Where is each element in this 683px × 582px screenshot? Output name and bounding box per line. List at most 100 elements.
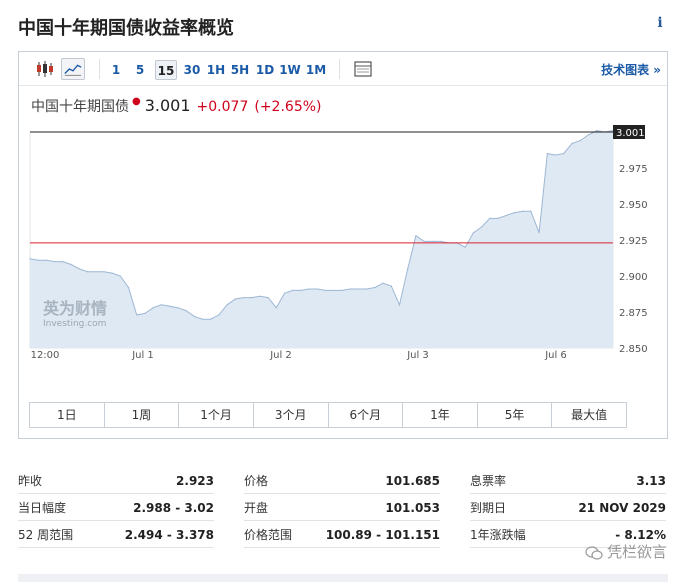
data-point <box>54 261 56 263</box>
data-point <box>325 289 327 291</box>
range-1y[interactable]: 1年 <box>403 403 478 427</box>
data-point <box>579 140 581 142</box>
toolbar-separator <box>339 59 340 79</box>
tech-chart-link[interactable]: 技术图表 » <box>601 61 661 78</box>
y-tick-label: 2.950 <box>619 200 648 211</box>
stats-row: 当日幅度 2.988 - 3.02 开盘 101.053 到期日 21 NOV 202… <box>18 495 668 522</box>
data-point <box>407 268 409 270</box>
table-view-icon[interactable] <box>353 59 373 79</box>
timeframe-1w[interactable]: 1W <box>278 60 302 80</box>
stats-row: 昨收 2.923 价格 101.685 息票率 3.13 <box>18 468 668 495</box>
page: 中国十年期国债收益率概览 i 1 5 15 30 1H 5H 1D 1W 1M … <box>0 0 683 582</box>
data-point <box>29 258 31 260</box>
data-point <box>374 286 376 289</box>
data-point <box>251 297 253 299</box>
watermark: 凭栏欲言 <box>585 541 667 562</box>
data-point <box>111 272 113 274</box>
data-point <box>267 297 269 299</box>
range-6m[interactable]: 6个月 <box>329 403 404 427</box>
last-value-label: 3.001 <box>616 128 645 139</box>
data-point <box>160 304 162 306</box>
timeframe-5h[interactable]: 5H <box>229 60 251 80</box>
data-point <box>382 282 384 284</box>
data-point <box>234 298 236 300</box>
data-point <box>316 288 318 290</box>
data-point <box>357 288 360 290</box>
range-1w[interactable]: 1周 <box>105 403 180 427</box>
data-point <box>45 259 47 261</box>
data-point <box>37 259 39 261</box>
data-point <box>390 285 392 287</box>
chart-toolbar: 1 5 15 30 1H 5H 1D 1W 1M 技术图表 » <box>19 52 667 86</box>
data-point <box>366 288 368 290</box>
y-tick-label: 2.900 <box>619 272 648 283</box>
data-point <box>119 275 121 277</box>
range-selector: 1日 1周 1个月 3个月 6个月 1年 5年 最大值 <box>29 402 627 428</box>
y-tick-label: 2.875 <box>619 308 648 319</box>
y-tick-label: 2.975 <box>619 164 648 175</box>
investing-logo: 英为财情 <box>42 299 107 318</box>
range-3m[interactable]: 3个月 <box>254 403 329 427</box>
timeframe-1m[interactable]: 1M <box>304 60 328 80</box>
data-point <box>481 226 483 228</box>
data-point <box>62 261 64 263</box>
page-title: 中国十年期国债收益率概览 <box>18 18 234 39</box>
instrument-name: 中国十年期国债 <box>31 99 129 115</box>
data-point <box>431 240 433 242</box>
stat-day-range: 当日幅度 2.988 - 3.02 <box>18 495 214 521</box>
info-icon[interactable]: i <box>649 12 671 34</box>
data-point <box>193 315 195 317</box>
data-point <box>505 214 507 217</box>
data-point <box>554 154 557 156</box>
data-point <box>546 153 548 155</box>
range-1d[interactable]: 1日 <box>30 403 105 427</box>
range-5y[interactable]: 5年 <box>478 403 553 427</box>
data-point <box>95 271 97 273</box>
timeframe-1d[interactable]: 1D <box>254 60 276 80</box>
stat-price-range: 价格范围 100.89 - 101.151 <box>244 522 440 548</box>
timeframe-5[interactable]: 5 <box>132 60 148 80</box>
data-point <box>300 289 302 291</box>
area-chart-icon[interactable] <box>61 58 85 80</box>
timeframe-30[interactable]: 30 <box>181 60 203 80</box>
range-max[interactable]: 最大值 <box>552 403 626 427</box>
quote-price: 3.001 <box>144 96 191 115</box>
stat-prev-close: 昨收 2.923 <box>18 468 214 494</box>
data-point <box>136 314 138 316</box>
stat-open: 开盘 101.053 <box>244 495 440 521</box>
data-point <box>70 263 72 266</box>
data-point <box>275 307 277 309</box>
data-point <box>563 153 565 155</box>
timeframe-1h[interactable]: 1H <box>205 60 227 80</box>
y-tick-label: 2.925 <box>619 236 648 247</box>
timeframe-15[interactable]: 15 <box>155 60 177 80</box>
stat-coupon: 息票率 3.13 <box>470 468 666 494</box>
range-1m[interactable]: 1个月 <box>179 403 254 427</box>
stat-maturity: 到期日 21 NOV 2029 <box>470 495 666 521</box>
x-tick-label: Jul 6 <box>544 350 567 361</box>
data-point <box>292 289 294 291</box>
data-point <box>489 217 491 219</box>
data-point <box>242 297 245 299</box>
data-point <box>415 235 417 237</box>
data-point <box>308 288 310 290</box>
data-point <box>169 305 171 307</box>
data-point <box>341 289 343 291</box>
data-point <box>596 130 598 132</box>
timeframe-1[interactable]: 1 <box>108 60 124 80</box>
data-point <box>398 304 401 306</box>
data-point <box>86 271 89 273</box>
data-point <box>513 212 516 214</box>
stats-row: 52 周范围 2.494 - 3.378 价格范围 100.89 - 101.151… <box>18 522 668 549</box>
yield-chart[interactable]: 2.850 2.875 2.900 2.925 2.950 2.975 3.001 12:00… <box>19 122 667 362</box>
data-point <box>201 318 203 320</box>
data-point <box>587 134 590 136</box>
data-point <box>226 304 228 306</box>
quote-line: 中国十年期国债 ● 3.001 +0.077 (+2.65%) <box>31 96 322 116</box>
wechat-icon <box>585 545 603 560</box>
data-point <box>103 271 105 273</box>
data-point <box>127 286 130 289</box>
candlestick-icon[interactable] <box>33 58 57 80</box>
data-point <box>571 142 573 145</box>
data-point <box>185 310 187 312</box>
